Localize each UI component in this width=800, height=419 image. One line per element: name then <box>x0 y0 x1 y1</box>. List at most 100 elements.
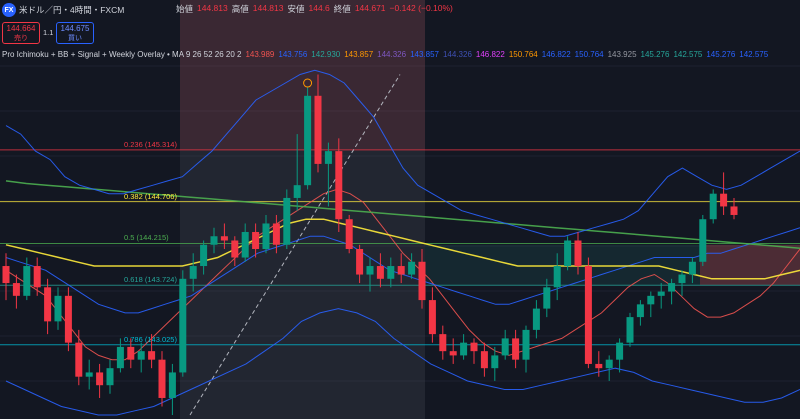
candle-body <box>148 351 156 360</box>
ohlc-close-value: 144.671 <box>354 3 386 13</box>
candle-body <box>543 287 551 309</box>
candle-body <box>376 266 384 279</box>
candle-body <box>501 338 509 356</box>
candle-body <box>678 274 686 284</box>
ohlc-low-label: 安値 <box>287 4 305 14</box>
candle-body <box>564 240 572 267</box>
candle-body <box>668 283 676 292</box>
candle-body <box>636 304 644 318</box>
candle-body <box>439 334 447 352</box>
candle-body <box>33 266 41 288</box>
candle-body <box>460 342 468 356</box>
candle-body <box>553 266 561 288</box>
candle-body <box>272 223 280 245</box>
candle-body <box>44 287 52 322</box>
ohlc-open-value: 144.813 <box>197 3 228 13</box>
indicator-value: 142.575 <box>673 50 703 59</box>
candle-body <box>408 261 416 275</box>
candle-body <box>314 95 322 164</box>
candle-body <box>64 295 72 343</box>
candle-body <box>428 300 436 335</box>
candle-body <box>220 236 228 241</box>
candle-body <box>127 346 135 360</box>
candle-body <box>85 372 93 377</box>
indicator-value: 145.276 <box>640 50 670 59</box>
sell-button[interactable]: 144.664 売り <box>2 22 40 44</box>
chart-stage: FX 米ドル／円・4時間・FXCM 始値 144.813 高値 144.813 安値… <box>0 0 800 419</box>
indicator-value: 143.925 <box>607 50 637 59</box>
candle-body <box>626 317 634 343</box>
indicator-value: 150.764 <box>574 50 604 59</box>
candle-body <box>75 342 83 377</box>
fib-level-label: 0.618 (143.724) <box>124 275 177 285</box>
candle-body <box>730 206 738 215</box>
sell-price: 144.664 <box>6 24 36 33</box>
candle-body <box>241 231 249 258</box>
candle-body <box>522 329 530 360</box>
candle-body <box>137 351 145 360</box>
ohlc-readout: 始値 144.813 高値 144.813 安値 144.6 終値 144.671 −0… <box>176 3 453 15</box>
candle-body <box>116 346 124 369</box>
indicator-value: 143.857 <box>410 50 439 59</box>
buy-button[interactable]: 144.675 買い <box>56 22 94 44</box>
indicator-value: 143.857 <box>344 50 374 59</box>
candle-body <box>356 249 364 275</box>
candle-body <box>491 355 499 369</box>
candle-body <box>688 261 696 275</box>
candle-body <box>584 266 592 364</box>
candle-body <box>480 351 488 369</box>
candle-body <box>324 151 332 164</box>
fib-level-label: 0.236 (145.314) <box>124 139 177 149</box>
candle-body <box>2 266 10 284</box>
candle-body <box>345 219 353 250</box>
indicator-value: 143.989 <box>245 50 275 59</box>
candle-body <box>210 236 218 245</box>
candle-body <box>304 95 312 186</box>
candle-body <box>470 342 478 352</box>
candle-body <box>397 266 405 275</box>
candle-body <box>699 219 707 262</box>
candle-body <box>605 359 613 369</box>
spread-value: 1.1 <box>43 28 54 37</box>
indicator-value: 142.575 <box>739 50 769 59</box>
candle-body <box>231 240 239 258</box>
candle-body <box>512 338 520 360</box>
candle-body <box>200 244 208 267</box>
indicator-value: 144.326 <box>442 50 472 59</box>
indicator-value: 150.764 <box>508 50 538 59</box>
sell-label: 売り <box>14 35 28 42</box>
candle-body <box>532 308 540 330</box>
candle-body <box>720 193 728 207</box>
candle-body <box>647 295 655 305</box>
buy-price: 144.675 <box>60 24 90 33</box>
candle-body <box>335 151 343 220</box>
candle-body <box>262 223 270 250</box>
ohlc-close-label: 終値 <box>333 4 351 14</box>
candle-body <box>54 295 62 322</box>
ohlc-high-label: 高値 <box>231 4 249 14</box>
fib-zone-upper <box>180 0 425 150</box>
price-chart[interactable] <box>0 0 800 419</box>
candle-body <box>23 266 31 296</box>
candle-body <box>418 261 426 301</box>
candle-body <box>574 240 582 267</box>
indicator-value: 146.822 <box>475 50 505 59</box>
candle-body <box>449 351 457 356</box>
candle-body <box>657 291 665 296</box>
ohlc-low-value: 144.6 <box>308 3 330 13</box>
symbol-title[interactable]: 米ドル／円・4時間・FXCM <box>19 4 124 16</box>
indicator-value: 146.822 <box>541 50 571 59</box>
candle-body <box>293 185 301 198</box>
candle-body <box>179 278 187 373</box>
ohlc-high-value: 144.813 <box>252 3 284 13</box>
fib-level-label: 0.382 (144.706) <box>124 191 177 201</box>
symbol-logo-icon: FX <box>2 3 16 17</box>
indicator-legend[interactable]: Pro Ichimoku + BB + Signal + Weekly Over… <box>2 50 768 59</box>
candle-body <box>595 363 603 369</box>
candle-body <box>168 372 176 398</box>
indicator-value: 143.756 <box>278 50 308 59</box>
candle-body <box>96 372 104 386</box>
indicator-value: 144.326 <box>377 50 407 59</box>
candle-body <box>616 342 624 360</box>
fib-level-label: 0.5 (144.215) <box>124 233 169 243</box>
